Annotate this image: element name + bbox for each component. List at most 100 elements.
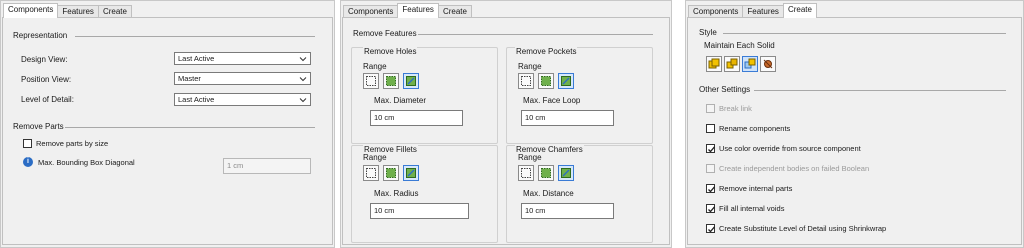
range-inside-button[interactable] bbox=[538, 73, 554, 89]
max-face-loop-input[interactable]: 10 cm bbox=[521, 110, 614, 126]
create-tab-content: Style Maintain Each Solid Other Settings… bbox=[687, 17, 1022, 245]
max-diameter-input[interactable]: 10 cm bbox=[370, 110, 463, 126]
range-inside-icon bbox=[541, 76, 551, 86]
max-distance-input[interactable]: 10 cm bbox=[521, 203, 614, 219]
level-of-detail-dropdown[interactable]: Last Active bbox=[174, 93, 311, 106]
range-all-button[interactable] bbox=[558, 165, 574, 181]
style-single-composite-button[interactable] bbox=[760, 56, 776, 72]
divider bbox=[75, 36, 315, 37]
composite-icon bbox=[763, 59, 773, 69]
divider bbox=[418, 34, 653, 35]
break-link-label: Break link bbox=[719, 104, 752, 113]
max-bounding-box-label: Max. Bounding Box Diagonal bbox=[38, 158, 135, 167]
range-label: Range bbox=[518, 153, 542, 162]
range-none-icon bbox=[366, 76, 376, 86]
position-view-dropdown[interactable]: Master bbox=[174, 72, 311, 85]
level-of-detail-value: Last Active bbox=[178, 95, 215, 104]
design-view-value: Last Active bbox=[178, 54, 215, 63]
create-independent-bodies-label: Create independent bodies on failed Bool… bbox=[719, 164, 870, 173]
style-merge-button[interactable] bbox=[706, 56, 722, 72]
maintain-solid-icon bbox=[744, 58, 756, 69]
tab-components[interactable]: Components bbox=[3, 3, 59, 18]
tab-strip: Components Features Create bbox=[688, 3, 817, 18]
remove-features-heading: Remove Features bbox=[353, 29, 417, 38]
chevron-down-icon bbox=[299, 98, 307, 103]
range-inside-icon bbox=[386, 168, 396, 178]
remove-parts-heading: Remove Parts bbox=[13, 122, 64, 131]
range-none-button[interactable] bbox=[518, 165, 534, 181]
remove-holes-group: Remove Holes Range Max. Diameter 10 cm bbox=[351, 47, 498, 144]
range-inside-button[interactable] bbox=[383, 73, 399, 89]
position-view-value: Master bbox=[178, 74, 201, 83]
style-heading: Style bbox=[699, 28, 717, 37]
chevron-down-icon bbox=[299, 77, 307, 82]
fill-internal-voids-checkbox[interactable] bbox=[706, 204, 715, 213]
max-diameter-label: Max. Diameter bbox=[374, 96, 427, 105]
design-view-label: Design View: bbox=[21, 55, 68, 64]
checkmark-icon bbox=[708, 186, 715, 193]
style-each-solid-button[interactable] bbox=[724, 56, 740, 72]
range-none-button[interactable] bbox=[518, 73, 534, 89]
remove-chamfers-group: Remove Chamfers Range Max. Distance 10 c… bbox=[506, 145, 653, 243]
create-panel: Components Features Create Style Maintai… bbox=[685, 0, 1024, 248]
tab-features[interactable]: Features bbox=[397, 3, 439, 18]
features-tab-content: Remove Features Remove Holes Range Max. … bbox=[342, 17, 670, 245]
range-inside-button[interactable] bbox=[383, 165, 399, 181]
range-none-icon bbox=[366, 168, 376, 178]
max-bounding-box-input[interactable]: 1 cm bbox=[223, 158, 311, 174]
remove-holes-title: Remove Holes bbox=[363, 47, 418, 56]
tab-strip: Components Features Create bbox=[3, 3, 132, 18]
range-none-icon bbox=[521, 168, 531, 178]
remove-fillets-group: Remove Fillets Range Max. Radius 10 cm bbox=[351, 145, 498, 243]
range-all-icon bbox=[561, 76, 571, 86]
tab-strip: Components Features Create bbox=[343, 3, 472, 18]
range-inside-icon bbox=[541, 168, 551, 178]
range-none-icon bbox=[521, 76, 531, 86]
max-radius-label: Max. Radius bbox=[374, 189, 419, 198]
break-link-checkbox[interactable] bbox=[706, 104, 715, 113]
use-color-override-checkbox[interactable] bbox=[706, 144, 715, 153]
level-of-detail-label: Level of Detail: bbox=[21, 95, 74, 104]
remove-pockets-group: Remove Pockets Range Max. Face Loop 10 c… bbox=[506, 47, 653, 144]
single-solid-icon bbox=[708, 58, 720, 69]
design-view-dropdown[interactable]: Last Active bbox=[174, 52, 311, 65]
components-panel: Components Features Create Representatio… bbox=[0, 0, 335, 248]
create-independent-bodies-checkbox[interactable] bbox=[706, 164, 715, 173]
checkmark-icon bbox=[708, 146, 715, 153]
range-all-icon bbox=[406, 168, 416, 178]
remove-internal-parts-checkbox[interactable] bbox=[706, 184, 715, 193]
style-option-label: Maintain Each Solid bbox=[704, 41, 775, 50]
range-inside-icon bbox=[386, 76, 396, 86]
tab-create[interactable]: Create bbox=[782, 3, 817, 18]
info-icon: i bbox=[23, 157, 33, 167]
remove-parts-by-size-label: Remove parts by size bbox=[36, 139, 109, 148]
divider bbox=[754, 90, 1006, 91]
max-distance-label: Max. Distance bbox=[523, 189, 574, 198]
fill-internal-voids-label: Fill all internal voids bbox=[719, 204, 785, 213]
position-view-label: Position View: bbox=[21, 75, 72, 84]
range-all-button[interactable] bbox=[558, 73, 574, 89]
range-label: Range bbox=[518, 62, 542, 71]
range-label: Range bbox=[363, 62, 387, 71]
range-all-icon bbox=[406, 76, 416, 86]
checkmark-icon bbox=[708, 226, 715, 233]
checkmark-icon bbox=[708, 206, 715, 213]
style-maintain-each-solid-button[interactable] bbox=[742, 56, 758, 72]
create-substitute-lod-checkbox[interactable] bbox=[706, 224, 715, 233]
range-inside-button[interactable] bbox=[538, 165, 554, 181]
remove-parts-by-size-checkbox[interactable] bbox=[23, 139, 32, 148]
max-face-loop-label: Max. Face Loop bbox=[523, 96, 581, 105]
range-none-button[interactable] bbox=[363, 73, 379, 89]
max-radius-input[interactable]: 10 cm bbox=[370, 203, 469, 219]
chevron-down-icon bbox=[299, 57, 307, 62]
use-color-override-label: Use color override from source component bbox=[719, 144, 861, 153]
create-substitute-lod-label: Create Substitute Level of Detail using … bbox=[719, 224, 887, 233]
range-all-button[interactable] bbox=[403, 73, 419, 89]
features-panel: Components Features Create Remove Featur… bbox=[340, 0, 672, 248]
range-none-button[interactable] bbox=[363, 165, 379, 181]
rename-components-checkbox[interactable] bbox=[706, 124, 715, 133]
divider bbox=[65, 127, 315, 128]
components-tab-content: Representation Design View: Last Active … bbox=[2, 17, 333, 245]
other-settings-heading: Other Settings bbox=[699, 85, 751, 94]
range-all-button[interactable] bbox=[403, 165, 419, 181]
